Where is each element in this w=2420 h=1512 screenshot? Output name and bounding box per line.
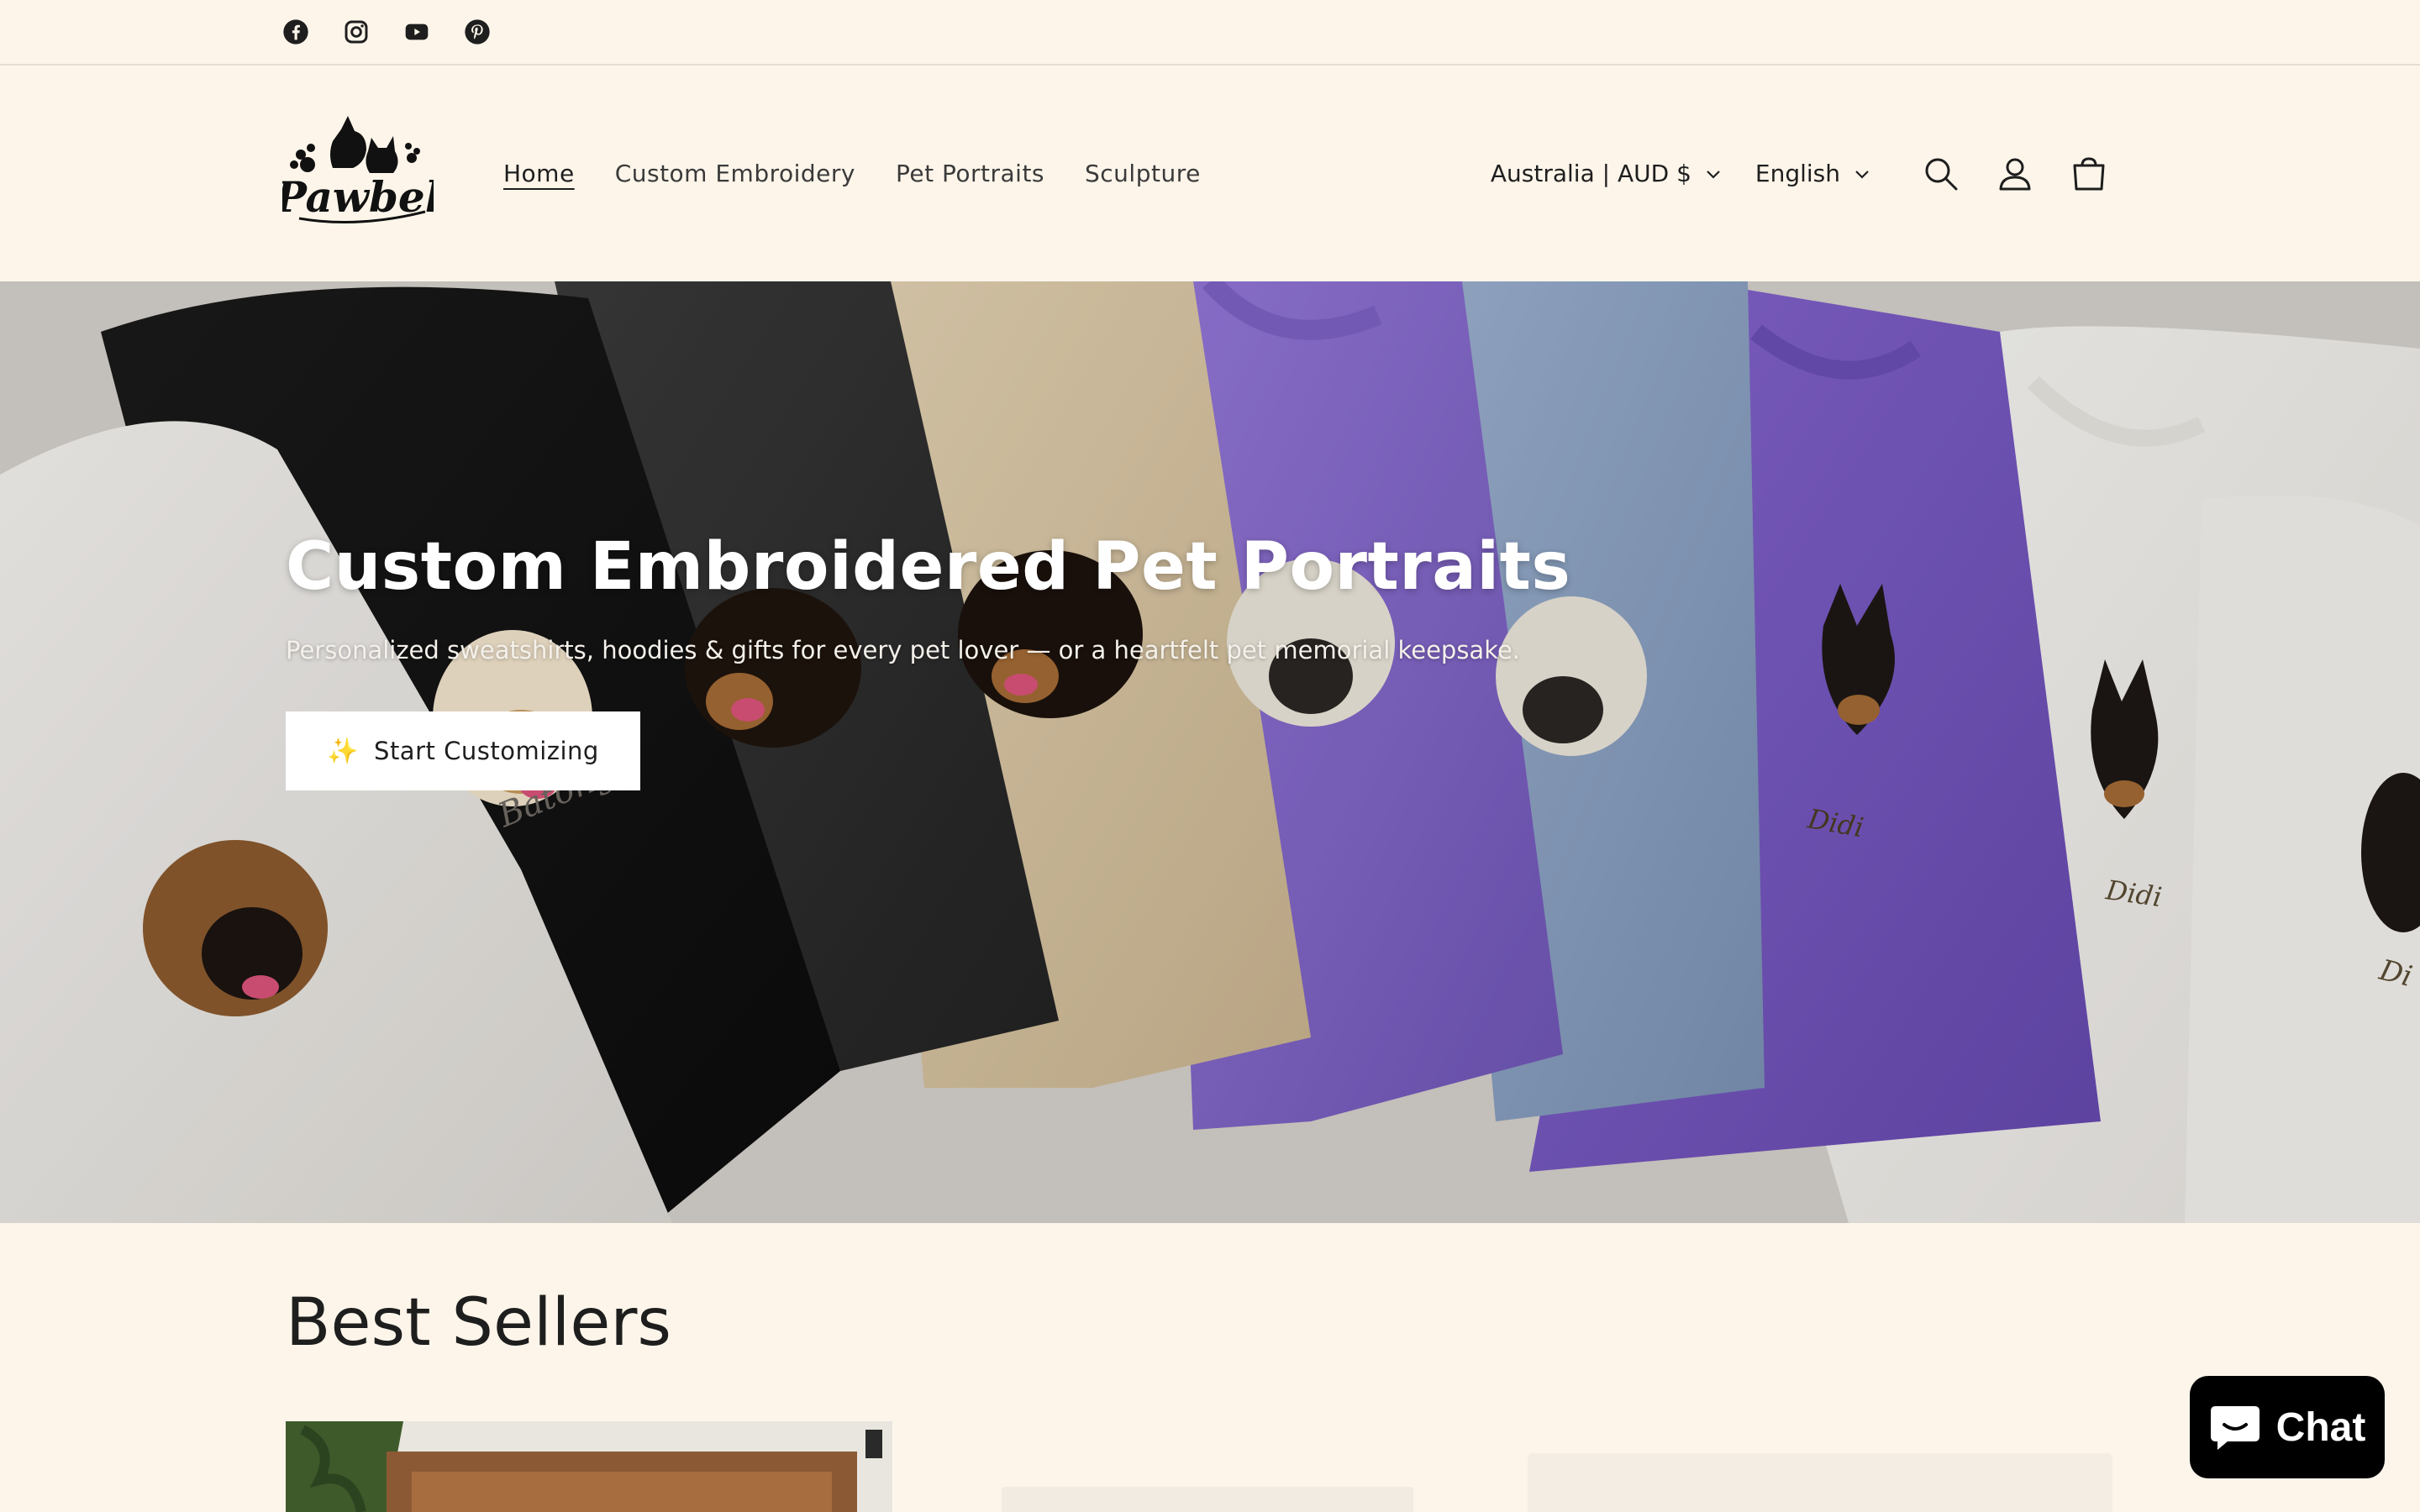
product-card[interactable] — [286, 1421, 892, 1512]
instagram-icon[interactable] — [341, 17, 371, 47]
product-image — [286, 1421, 892, 1512]
product-card[interactable] — [1528, 1453, 2112, 1512]
nav-sculpture[interactable]: Sculpture — [1085, 160, 1201, 187]
chevron-down-icon — [1707, 170, 1720, 179]
start-customizing-label: Start Customizing — [374, 737, 599, 765]
facebook-icon[interactable] — [281, 17, 311, 47]
site-header: Pawbel Home Custom Embroidery Pet Portra… — [0, 66, 2420, 281]
country-selector[interactable]: Australia | AUD $ — [1491, 160, 1722, 187]
pinterest-icon[interactable] — [462, 17, 492, 47]
main-nav: Home Custom Embroidery Pet Portraits Scu… — [503, 66, 1201, 281]
youtube-icon[interactable] — [402, 17, 432, 47]
cart-icon[interactable] — [2052, 137, 2126, 211]
hero-title: Custom Embroidered Pet Portraits — [286, 529, 1571, 605]
chat-button[interactable]: Chat — [2190, 1376, 2385, 1478]
product-card[interactable] — [1002, 1487, 1413, 1512]
account-icon[interactable] — [1978, 137, 2052, 211]
nav-custom-embroidery[interactable]: Custom Embroidery — [615, 160, 855, 187]
country-selector-label: Australia | AUD $ — [1490, 160, 1691, 187]
chat-label: Chat — [2275, 1404, 2366, 1450]
best-sellers-heading: Best Sellers — [286, 1285, 672, 1361]
hero-subtitle: Personalized sweatshirts, hoodies & gift… — [286, 636, 1521, 664]
sparkles-icon: ✨ — [327, 736, 360, 766]
nav-pet-portraits[interactable]: Pet Portraits — [896, 160, 1044, 187]
social-links — [281, 17, 492, 47]
language-selector-label: English — [1754, 160, 1840, 187]
header-utilities: Australia | AUD $ English — [1491, 66, 2126, 281]
social-bar — [0, 0, 2420, 66]
start-customizing-button[interactable]: ✨ Start Customizing — [286, 711, 640, 790]
pawbel-logo[interactable]: Pawbel — [273, 113, 441, 230]
nav-home[interactable]: Home — [503, 160, 575, 187]
chat-bubble-icon — [2210, 1406, 2260, 1450]
search-icon[interactable] — [1904, 137, 1978, 211]
language-selector[interactable]: English — [1755, 160, 1870, 187]
chevron-down-icon — [1855, 170, 1869, 179]
